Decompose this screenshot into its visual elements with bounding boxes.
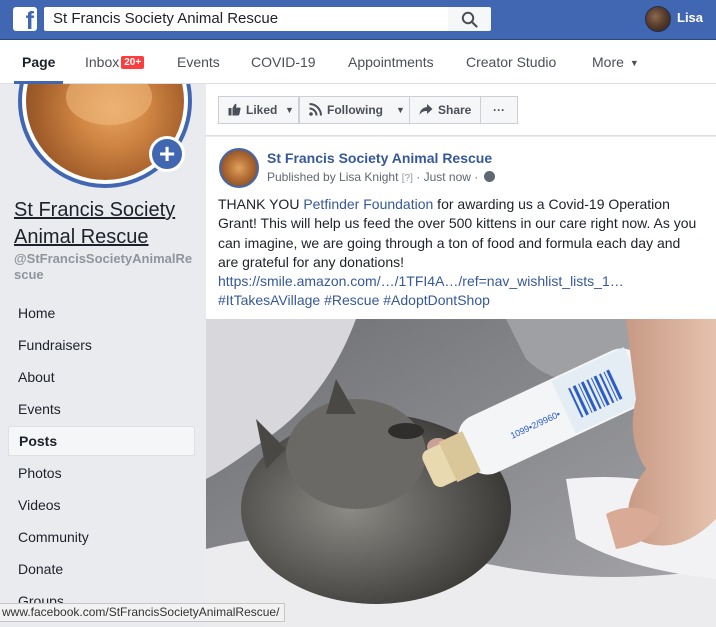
following-label: Following [327, 103, 383, 117]
liked-button[interactable]: Liked ▼ [218, 96, 299, 124]
post-meta: Published by Lisa Knight [?] · Just now … [267, 170, 495, 184]
post-card: St Francis Society Animal Rescue Publish… [206, 137, 716, 627]
help-link[interactable]: [?] [402, 173, 413, 184]
sidebar-item-home[interactable]: Home [8, 298, 195, 328]
more-options-button[interactable]: ··· [480, 96, 518, 124]
hashtag-links[interactable]: #ItTakesAVillage #Rescue #AdoptDontShop [218, 292, 490, 308]
sidebar-item-events[interactable]: Events [8, 394, 195, 424]
post-author-name[interactable]: St Francis Society Animal Rescue [267, 150, 492, 166]
tab-page[interactable]: Page [14, 40, 64, 84]
facebook-logo-icon[interactable]: f [13, 7, 37, 31]
browser-status-bar: www.facebook.com/StFrancisSocietyAnimalR… [0, 603, 286, 622]
liked-label: Liked [246, 103, 278, 117]
search-icon [461, 11, 478, 28]
user-avatar [645, 6, 671, 32]
sidebar-item-donate[interactable]: Donate [8, 554, 195, 584]
top-navigation-bar: f St Francis Society Animal Rescue Lisa [0, 0, 716, 40]
caret-down-icon: ▼ [396, 105, 405, 115]
tab-creator-studio[interactable]: Creator Studio [466, 40, 556, 84]
sidebar-item-community[interactable]: Community [8, 522, 195, 552]
caret-down-icon: ▼ [629, 58, 639, 68]
sidebar-item-fundraisers[interactable]: Fundraisers [8, 330, 195, 360]
more-options-icon: ··· [493, 103, 505, 117]
tab-appointments[interactable]: Appointments [348, 40, 434, 84]
post-timestamp[interactable]: · Just now · [416, 170, 478, 184]
following-button[interactable]: Following ▼ [299, 96, 410, 124]
share-arrow-icon [419, 104, 433, 115]
left-sidebar: + St Francis Society Animal Rescue @StFr… [0, 84, 205, 627]
tab-covid-19[interactable]: COVID-19 [251, 40, 316, 84]
page-title[interactable]: St Francis Society Animal Rescue [14, 197, 199, 251]
post-body: THANK YOU Petfinder Foundation for award… [218, 195, 704, 311]
caret-down-icon: ▼ [285, 105, 294, 115]
page-username: @StFrancisSocietyAnimalRescue [14, 251, 193, 282]
sidebar-item-about[interactable]: About [8, 362, 195, 392]
post-published-by[interactable]: Published by Lisa Knight [267, 170, 398, 184]
sidebar-item-videos[interactable]: Videos [8, 490, 195, 520]
post-author-avatar[interactable] [219, 148, 259, 188]
tab-inbox-label: Inbox [85, 54, 120, 70]
share-label: Share [438, 103, 472, 117]
search-input[interactable]: St Francis Society Animal Rescue [44, 7, 448, 31]
page-actions-bar: Liked ▼ Following ▼ Share ··· [206, 84, 716, 136]
page-tab-bar: Page Inbox 20+ Events COVID-19 Appointmen… [0, 40, 716, 84]
kitten-bottle-photo: 1099•2/9960• [206, 319, 716, 627]
post-url-link[interactable]: https://smile.amazon.com/…/1TFI4A…/ref=n… [218, 273, 624, 289]
post-text-part: THANK YOU [218, 196, 304, 212]
search-button[interactable] [448, 7, 491, 31]
user-name: Lisa [677, 10, 704, 25]
sidebar-item-photos[interactable]: Photos [8, 458, 195, 488]
thumbs-up-icon [228, 103, 241, 116]
tab-inbox[interactable]: Inbox 20+ [85, 40, 145, 84]
post-photo[interactable]: 1099•2/9960• [206, 319, 716, 627]
rss-feed-icon [309, 103, 322, 116]
tab-more[interactable]: More ▼ [592, 40, 639, 84]
share-button[interactable]: Share [409, 96, 481, 124]
globe-icon[interactable] [483, 171, 495, 182]
inbox-count-badge: 20+ [121, 56, 145, 69]
mention-link[interactable]: Petfinder Foundation [303, 196, 433, 212]
add-photo-icon[interactable]: + [149, 136, 185, 172]
tab-page-label: Page [22, 54, 56, 70]
tab-events[interactable]: Events [177, 40, 220, 84]
sidebar-item-posts[interactable]: Posts [8, 426, 195, 456]
tab-more-label: More [592, 54, 624, 70]
